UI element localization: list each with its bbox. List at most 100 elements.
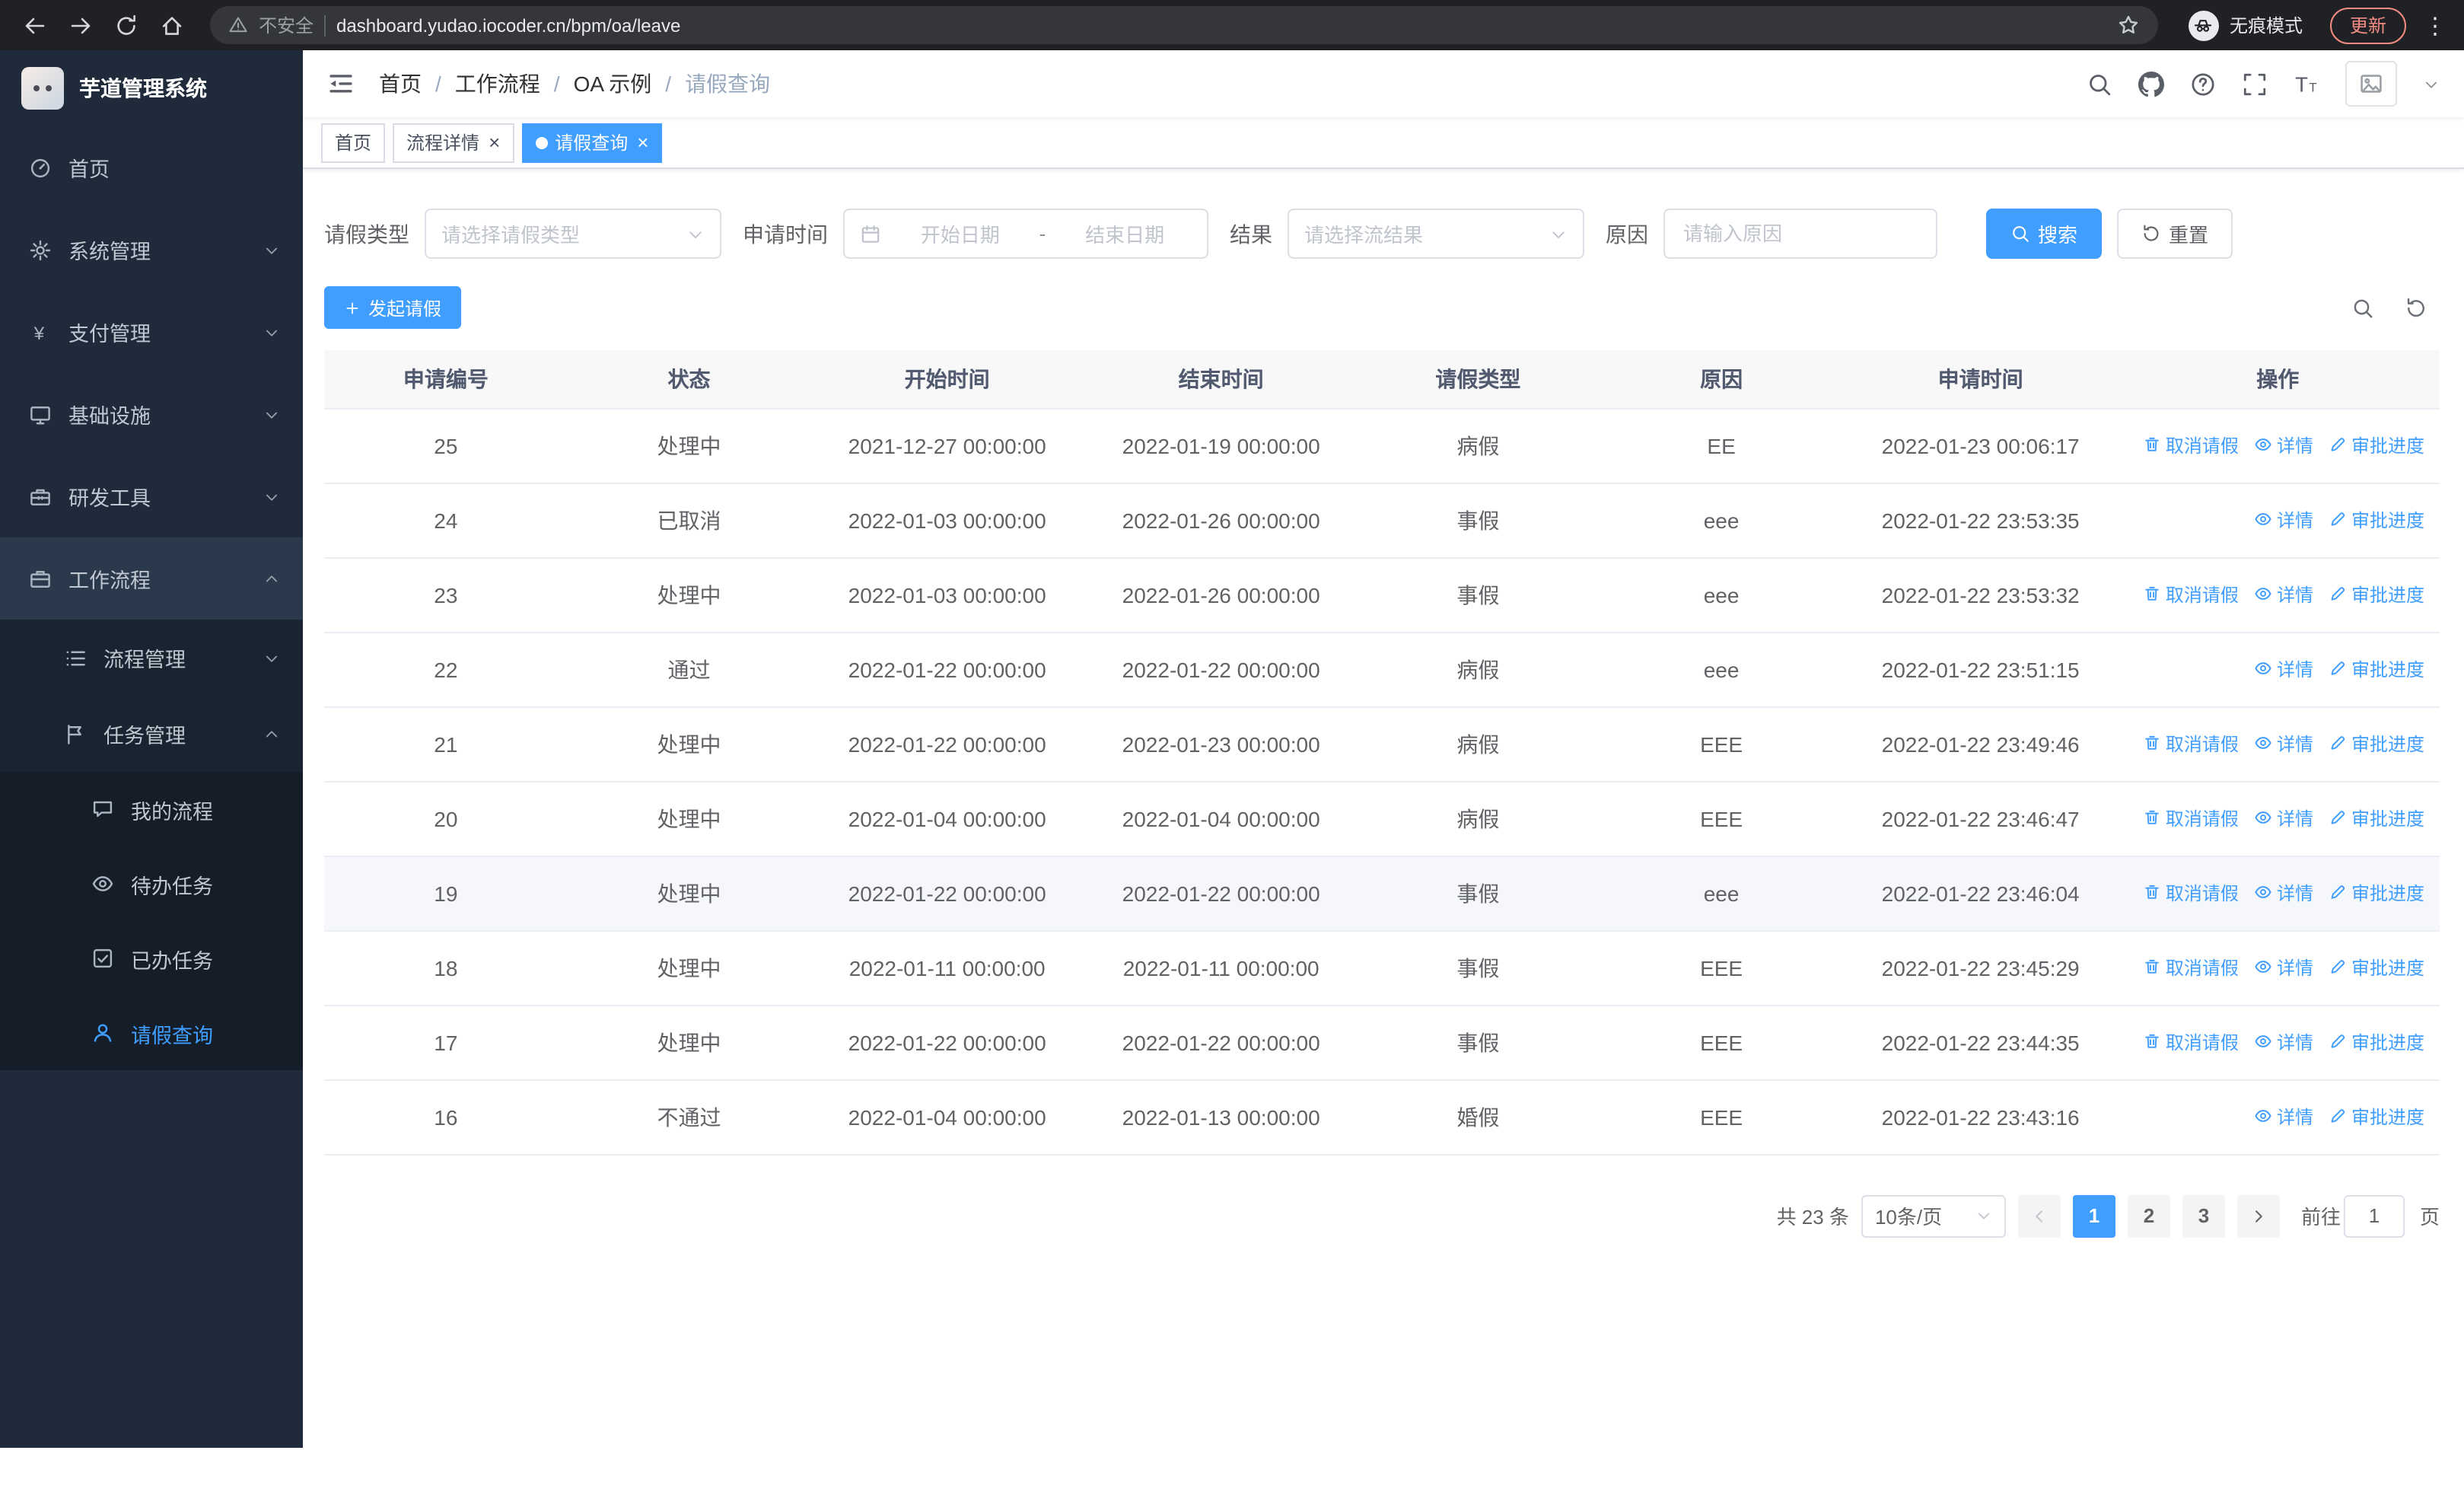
home-icon[interactable]	[152, 5, 192, 45]
cell-reason: eee	[1597, 632, 1845, 707]
sidebar-item-task-management[interactable]: 任务管理	[0, 696, 303, 772]
sidebar-menu: 首页 系统管理 ¥ 支付管理 基础设施 研发工具 工作流程 流程管理 任务管理 我的流程 待办任务已…	[0, 126, 303, 1070]
cell-status: 处理中	[567, 557, 811, 633]
tab-process-detail[interactable]: 流程详情 ×	[393, 123, 514, 162]
cancel-leave-link[interactable]: 取消请假	[2143, 955, 2239, 980]
reload-icon[interactable]	[107, 5, 146, 45]
approval-progress-link[interactable]: 审批进度	[2329, 582, 2424, 607]
fullscreen-icon[interactable]	[2242, 71, 2268, 97]
page-button-2[interactable]: 2	[2127, 1194, 2170, 1237]
cell-id: 21	[324, 706, 568, 782]
bookmark-star-icon[interactable]	[2117, 14, 2140, 37]
page-button-3[interactable]: 3	[2182, 1194, 2225, 1237]
security-warning[interactable]: 不安全	[259, 12, 314, 38]
forward-icon[interactable]	[61, 5, 100, 45]
toggle-search-icon[interactable]	[2351, 296, 2374, 319]
logo-image	[21, 67, 64, 110]
sidebar-item-done-tasks[interactable]: 已办任务	[0, 921, 303, 996]
search-icon[interactable]	[2087, 71, 2112, 97]
reason-input[interactable]	[1663, 209, 1937, 259]
detail-link[interactable]: 详情	[2254, 582, 2313, 607]
goto-page-input[interactable]	[2343, 1194, 2405, 1237]
leave-type-select[interactable]: 请选择请假类型	[425, 209, 721, 259]
result-select[interactable]: 请选择流结果	[1288, 209, 1584, 259]
sidebar-item-payment[interactable]: ¥ 支付管理	[0, 291, 303, 373]
reset-button[interactable]: 重置	[2117, 209, 2233, 259]
approval-progress-link[interactable]: 审批进度	[2329, 656, 2424, 682]
result-placeholder: 请选择流结果	[1304, 224, 1424, 247]
detail-link[interactable]: 详情	[2254, 731, 2313, 757]
pen-icon	[2329, 884, 2347, 902]
detail-link[interactable]: 详情	[2254, 1104, 2313, 1130]
avatar[interactable]	[2345, 61, 2397, 107]
detail-link[interactable]: 详情	[2254, 1029, 2313, 1055]
detail-link[interactable]: 详情	[2254, 880, 2313, 906]
sidebar-item-my-process[interactable]: 我的流程	[0, 772, 303, 846]
avatar-chevron-down-icon[interactable]	[2423, 75, 2440, 92]
close-icon[interactable]: ×	[637, 132, 648, 152]
approval-progress-link[interactable]: 审批进度	[2329, 955, 2424, 980]
close-icon[interactable]: ×	[489, 132, 500, 152]
search-button[interactable]: 搜索	[1986, 209, 2103, 259]
cancel-leave-link[interactable]: 取消请假	[2143, 582, 2239, 607]
approval-progress-link[interactable]: 审批进度	[2329, 507, 2424, 533]
breadcrumb-item[interactable]: OA 示例	[574, 69, 652, 99]
refresh-table-icon[interactable]	[2405, 296, 2427, 319]
svg-text:T: T	[2309, 80, 2316, 94]
approval-progress-link[interactable]: 审批进度	[2329, 805, 2424, 831]
update-button[interactable]: 更新	[2329, 7, 2406, 43]
eye-icon	[2254, 660, 2272, 678]
detail-link[interactable]: 详情	[2254, 955, 2313, 980]
back-icon[interactable]	[15, 5, 55, 45]
detail-link[interactable]: 详情	[2254, 805, 2313, 831]
approval-progress-link[interactable]: 审批进度	[2329, 731, 2424, 757]
end-date-placeholder: 结束日期	[1085, 224, 1165, 247]
sidebar-toggle-icon[interactable]	[327, 70, 355, 97]
page-button-1[interactable]: 1	[2072, 1194, 2115, 1237]
tab-leave-query[interactable]: 请假查询 ×	[521, 123, 663, 162]
browser-menu-icon[interactable]: ⋮	[2421, 11, 2449, 39]
approval-progress-link[interactable]: 审批进度	[2329, 1029, 2424, 1055]
sidebar-item-infrastructure[interactable]: 基础设施	[0, 373, 303, 455]
page-size-select[interactable]: 10条/页	[1861, 1194, 2006, 1237]
tab-home[interactable]: 首页	[321, 123, 386, 162]
apply-time-range-picker[interactable]: 开始日期 - 结束日期	[843, 209, 1208, 259]
approval-progress-link[interactable]: 审批进度	[2329, 432, 2424, 458]
sidebar-item-todo-tasks[interactable]: 待办任务	[0, 846, 303, 921]
eye-icon	[2254, 884, 2272, 902]
github-icon[interactable]	[2138, 71, 2164, 97]
create-leave-button[interactable]: 发起请假	[324, 286, 462, 329]
reason-label: 原因	[1606, 222, 1648, 246]
cancel-leave-link[interactable]: 取消请假	[2143, 432, 2239, 458]
help-icon[interactable]	[2190, 71, 2216, 97]
breadcrumb-item[interactable]: 工作流程	[455, 69, 540, 99]
sidebar-item-home[interactable]: 首页	[0, 126, 303, 209]
breadcrumb-item[interactable]: 首页	[379, 69, 422, 99]
detail-link[interactable]: 详情	[2254, 432, 2313, 458]
sidebar-item-leave-query[interactable]: 请假查询	[0, 996, 303, 1070]
approval-progress-link[interactable]: 审批进度	[2329, 880, 2424, 906]
next-page-button[interactable]	[2236, 1194, 2280, 1237]
approval-progress-link[interactable]: 审批进度	[2329, 1104, 2424, 1130]
sidebar-item-system[interactable]: 系统管理	[0, 209, 303, 291]
cancel-leave-link[interactable]: 取消请假	[2143, 731, 2239, 757]
cell-type: 病假	[1358, 408, 1598, 483]
chevron-down-icon	[686, 225, 705, 243]
sidebar-item-devtools[interactable]: 研发工具	[0, 455, 303, 537]
sidebar-item-workflow[interactable]: 工作流程	[0, 537, 303, 620]
column-header: 状态	[567, 350, 811, 409]
address-bar[interactable]: 不安全 dashboard.yudao.iocoder.cn/bpm/oa/le…	[210, 6, 2158, 44]
cancel-leave-link[interactable]: 取消请假	[2143, 1029, 2239, 1055]
font-size-icon[interactable]: TT	[2294, 71, 2319, 97]
cancel-leave-link[interactable]: 取消请假	[2143, 880, 2239, 906]
prev-page-button[interactable]	[2017, 1194, 2061, 1237]
trash-icon	[2143, 809, 2161, 827]
cancel-leave-link[interactable]: 取消请假	[2143, 805, 2239, 831]
logo[interactable]: 芋道管理系统	[0, 50, 303, 126]
horizontal-scrollbar-track[interactable]	[0, 1448, 2464, 1495]
svg-text:T: T	[2295, 72, 2308, 96]
goto-label: 前往	[2300, 1206, 2341, 1229]
detail-link[interactable]: 详情	[2254, 507, 2313, 533]
sidebar-item-process-management[interactable]: 流程管理	[0, 620, 303, 696]
detail-link[interactable]: 详情	[2254, 656, 2313, 682]
